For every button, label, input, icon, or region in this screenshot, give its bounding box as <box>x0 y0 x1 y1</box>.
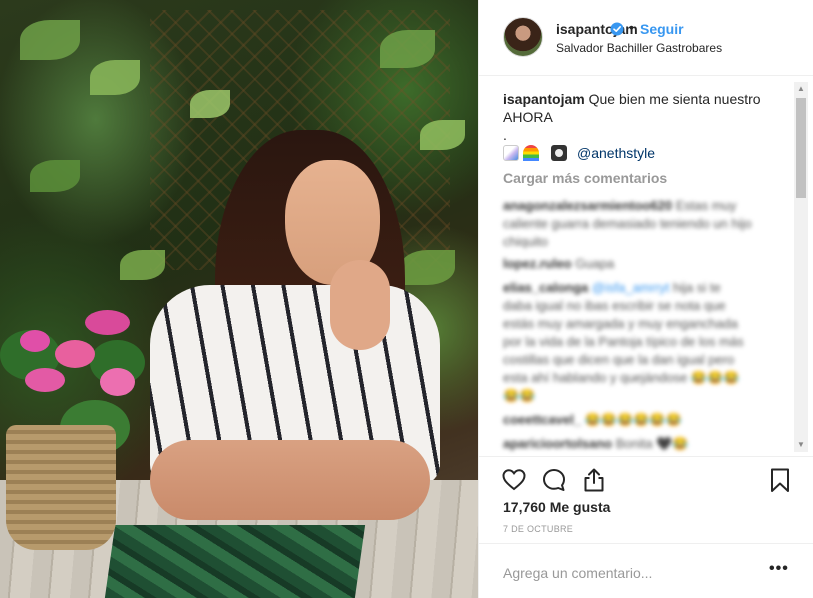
comment-username[interactable]: aparicioortolsano <box>503 436 612 451</box>
caption-mention-link[interactable]: @anethstyle <box>577 143 655 163</box>
follow-button[interactable]: Seguir <box>640 21 684 37</box>
comment-item: coeettcavel_ 😂😂😂😂😂😂 <box>503 411 753 429</box>
foliage-leaf <box>90 60 140 95</box>
foliage-leaf <box>190 90 230 118</box>
caption-emoji-line: @anethstyle <box>503 143 655 163</box>
add-comment-bar: ••• <box>479 543 813 598</box>
avatar[interactable] <box>503 17 543 57</box>
foliage-leaf <box>380 30 435 68</box>
rainbow-icon <box>523 145 539 161</box>
foliage-leaf <box>420 120 465 150</box>
scrollbar-thumb[interactable] <box>796 98 806 198</box>
pink-flower <box>25 368 65 392</box>
pink-flower <box>20 330 50 352</box>
unicorn-icon <box>503 145 519 161</box>
comment-item: lopez.ruleo Guapa <box>503 255 753 273</box>
share-icon[interactable] <box>581 467 607 493</box>
foliage-leaf <box>400 250 455 285</box>
scroll-down-arrow-icon[interactable]: ▼ <box>794 438 808 452</box>
scroll-up-arrow-icon[interactable]: ▲ <box>794 82 808 96</box>
comment-text: Guapa <box>575 256 615 271</box>
verified-badge-icon <box>610 22 624 36</box>
comment-username[interactable]: anagonzalezsarmientoo620 <box>503 198 672 213</box>
follow-separator: • <box>629 19 634 35</box>
leaf-print-placemat <box>104 525 366 598</box>
post-location[interactable]: Salvador Bachiller Gastrobares <box>556 41 722 55</box>
comments-section[interactable]: isapantojam Que bien me sienta nuestro A… <box>479 77 813 455</box>
pink-flower <box>85 310 130 335</box>
likes-count[interactable]: 17,760 Me gusta <box>503 499 610 515</box>
foliage-leaf <box>120 250 165 280</box>
bookmark-icon[interactable] <box>767 467 793 493</box>
caption-dot: . <box>503 127 507 143</box>
more-options-button[interactable]: ••• <box>769 560 789 578</box>
woman-arm <box>150 440 430 520</box>
author-username[interactable]: isapantojam <box>556 21 638 37</box>
foliage-leaf <box>20 20 80 60</box>
comment-text: hija si te daba igual no ibas escribir s… <box>503 280 744 403</box>
foliage-leaf <box>30 160 80 192</box>
caption-username[interactable]: isapantojam <box>503 91 585 107</box>
post-caption: isapantojam Que bien me sienta nuestro A… <box>503 90 773 126</box>
post-details-panel: isapantojam • Seguir Salvador Bachiller … <box>478 0 813 598</box>
comment-item: anagonzalezsarmientoo620 Estas muy calie… <box>503 197 753 251</box>
woven-flower-pot <box>6 425 116 550</box>
comment-item: aparicioortolsano Bonita 🖤😂 <box>503 435 753 453</box>
comments-scrollbar[interactable]: ▲ ▼ <box>794 82 808 452</box>
post-header: isapantojam • Seguir Salvador Bachiller … <box>479 0 813 76</box>
comment-item: elias_calonga @isfa_amrryt hija si te da… <box>503 279 753 405</box>
comment-icon[interactable] <box>541 467 567 493</box>
comment-username[interactable]: coeettcavel_ <box>503 412 581 427</box>
heart-icon[interactable] <box>501 467 527 493</box>
pink-flower <box>55 340 95 368</box>
woman-hand <box>330 260 390 350</box>
comment-mention-link[interactable]: @isfa_amrryt <box>592 280 670 295</box>
comment-input[interactable] <box>503 562 743 584</box>
comment-text: 😂😂😂😂😂😂 <box>584 412 682 427</box>
comment-text: Bonita 🖤😂 <box>615 436 689 451</box>
camera-icon <box>551 145 567 161</box>
pink-flower <box>100 368 135 396</box>
comment-username[interactable]: lopez.ruleo <box>503 256 572 271</box>
post-date[interactable]: 7 DE OCTUBRE <box>503 524 573 534</box>
comment-username[interactable]: elias_calonga <box>503 280 588 295</box>
post-photo[interactable] <box>0 0 478 598</box>
load-more-comments-button[interactable]: Cargar más comentarios <box>503 170 667 186</box>
